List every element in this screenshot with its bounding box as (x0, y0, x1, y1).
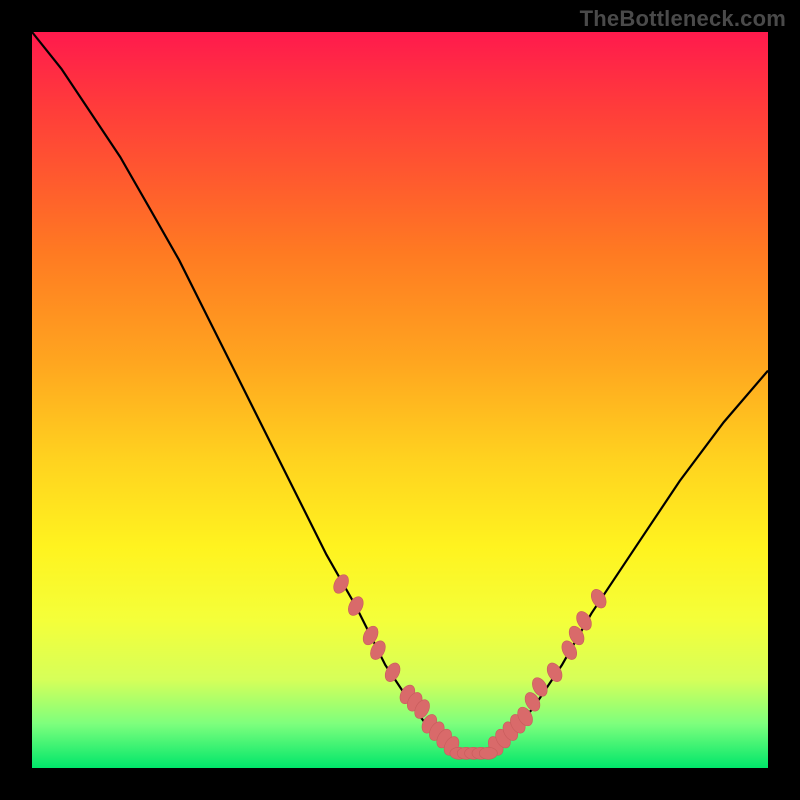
chart-frame: TheBottleneck.com (0, 0, 800, 800)
curve-markers (331, 572, 609, 759)
curve-marker (479, 747, 497, 759)
bottleneck-curve (32, 32, 768, 753)
curve-marker (345, 594, 366, 618)
watermark-text: TheBottleneck.com (580, 6, 786, 32)
plot-area (32, 32, 768, 768)
curve-svg (32, 32, 768, 768)
